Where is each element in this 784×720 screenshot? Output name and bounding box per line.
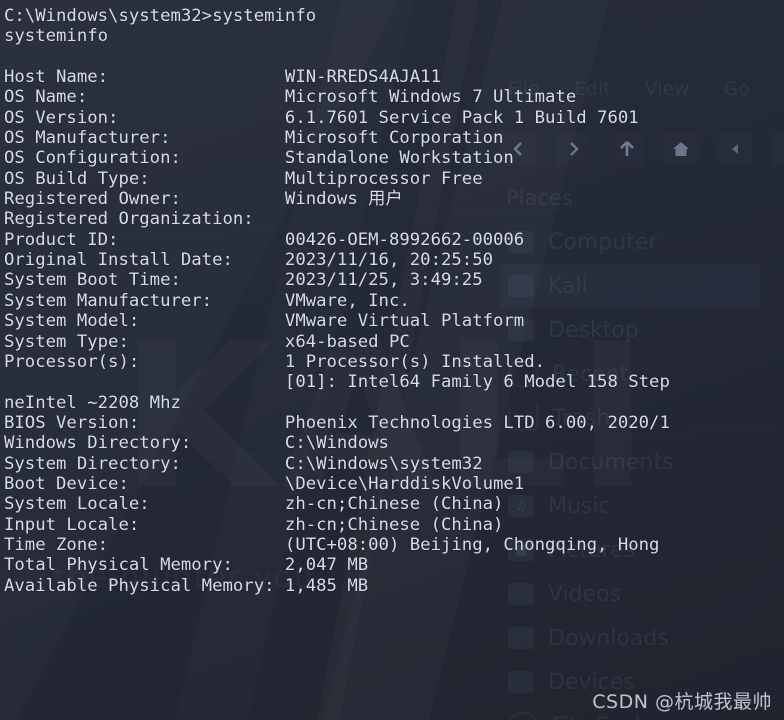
terminal-output[interactable]: C:\Windows\system32>systeminfo systeminfo… — [0, 0, 784, 720]
csdn-watermark: CSDN @杭城我最帅 — [592, 691, 772, 713]
terminal-info-row: OS Build Type: Multiprocessor Free — [4, 168, 483, 189]
terminal-info-row: Input Locale: zh-cn;Chinese (China) — [4, 514, 504, 535]
terminal-info-row: Total Physical Memory: 2,047 MB — [4, 555, 369, 576]
terminal-info-row: Boot Device: \Device\HarddiskVolume1 — [4, 473, 525, 494]
terminal-info-row: System Directory: C:\Windows\system32 — [4, 453, 483, 474]
terminal-info-row: Registered Owner: Windows 用户 — [4, 189, 403, 210]
terminal-info-row: System Locale: zh-cn;Chinese (China) — [4, 494, 504, 515]
terminal-info-row: System Model: VMware Virtual Platform — [4, 311, 525, 332]
terminal-info-row: Processor(s): 1 Processor(s) Installed. — [4, 351, 546, 372]
terminal-info-row: Registered Organization: — [4, 209, 254, 230]
terminal-echo-line: systeminfo — [4, 26, 109, 47]
terminal-info-row: System Type: x64-based PC — [4, 331, 410, 352]
terminal-info-row: OS Name: Microsoft Windows 7 Ultimate — [4, 87, 577, 108]
terminal-info-row: Product ID: 00426-OEM-8992662-00006 — [4, 229, 525, 250]
terminal-info-row: BIOS Version: Phoenix Technologies LTD 6… — [4, 412, 670, 433]
terminal-info-row: Original Install Date: 2023/11/16, 20:25… — [4, 250, 493, 271]
terminal-processor-detail: [01]: Intel64 Family 6 Model 158 Step — [4, 372, 670, 393]
terminal-info-row: OS Version: 6.1.7601 Service Pack 1 Buil… — [4, 107, 639, 128]
terminal-info-row: OS Configuration: Standalone Workstation — [4, 148, 514, 169]
terminal-info-row: System Boot Time: 2023/11/25, 3:49:25 — [4, 270, 483, 291]
terminal-info-row: Time Zone: (UTC+08:00) Beijing, Chongqin… — [4, 534, 660, 555]
terminal-screenshot: KALI the quieter you File Edit View Go — [0, 0, 784, 720]
terminal-info-row: Host Name: WIN-RREDS4AJA11 — [4, 67, 441, 88]
terminal-processor-wrap: neIntel ~2208 Mhz — [4, 392, 181, 413]
terminal-prompt-line: C:\Windows\system32>systeminfo — [4, 6, 317, 26]
terminal-info-row: Windows Directory: C:\Windows — [4, 433, 389, 454]
terminal-info-row: OS Manufacturer: Microsoft Corporation — [4, 128, 504, 149]
terminal-info-row: Available Physical Memory: 1,485 MB — [4, 575, 369, 596]
terminal-info-row: System Manufacturer: VMware, Inc. — [4, 290, 410, 311]
